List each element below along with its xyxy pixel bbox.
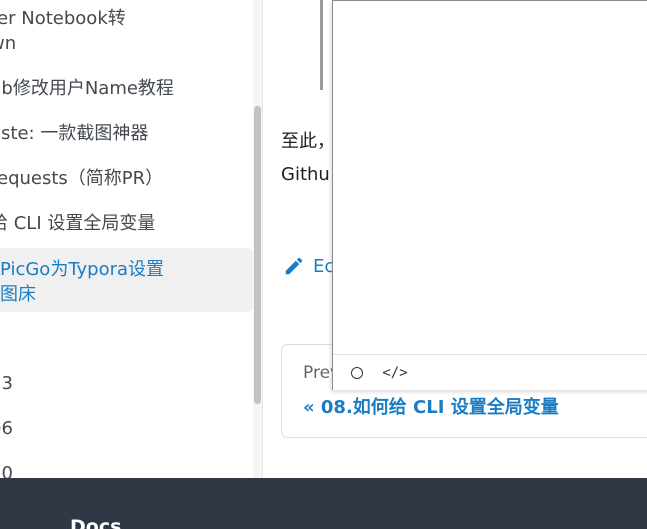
sidebar-item-jupyter-cont[interactable]: wn (0, 31, 16, 56)
paragraph-line-1: 至此， (281, 131, 335, 152)
pagination-prev-title: « 08.如何给 CLI 设置全局变量 (303, 397, 559, 418)
sidebar-item-pull-requests[interactable]: requests（简称PR） (0, 166, 163, 191)
docs-sidebar: ter Notebook转 wn ub修改用户Name教程 aste: 一款截图… (0, 0, 253, 478)
overlay-popup: </> (332, 0, 647, 390)
footer-docs-title: Docs (70, 516, 122, 529)
circle-icon (351, 366, 363, 379)
code-block-edge (320, 0, 323, 90)
code-tool-button[interactable]: </> (382, 361, 408, 385)
sidebar-item-jupyter[interactable]: ter Notebook转 (0, 6, 126, 31)
site-footer: Docs (0, 478, 647, 529)
edit-page-link[interactable]: Ec (283, 255, 334, 277)
sidebar-item-06[interactable]: 06 (0, 416, 13, 441)
sidebar-scrollbar-thumb[interactable] (254, 106, 261, 404)
code-icon: </> (382, 364, 408, 381)
sidebar-item-cli-env[interactable]: 给 CLI 设置全局变量 (0, 211, 155, 236)
paragraph-line-2: Githu (281, 164, 330, 185)
sidebar-item-picgo-line2: 图床 (0, 284, 36, 305)
sidebar-item-13[interactable]: 13 (0, 371, 13, 396)
sidebar-item-picgo-line1: PicGo为Typora设置 (0, 259, 165, 280)
pencil-icon (285, 257, 303, 275)
sidebar-item-github-username[interactable]: ub修改用户Name教程 (0, 76, 174, 101)
sidebar-item-snipaste[interactable]: aste: 一款截图神器 (0, 121, 148, 146)
sidebar-item-30[interactable]: 30 (0, 461, 13, 478)
sidebar-item-picgo-active[interactable]: PicGo为Typora设置 图床 (0, 248, 253, 312)
popup-toolbar: </> (333, 354, 647, 390)
circle-tool-button[interactable] (345, 361, 369, 385)
